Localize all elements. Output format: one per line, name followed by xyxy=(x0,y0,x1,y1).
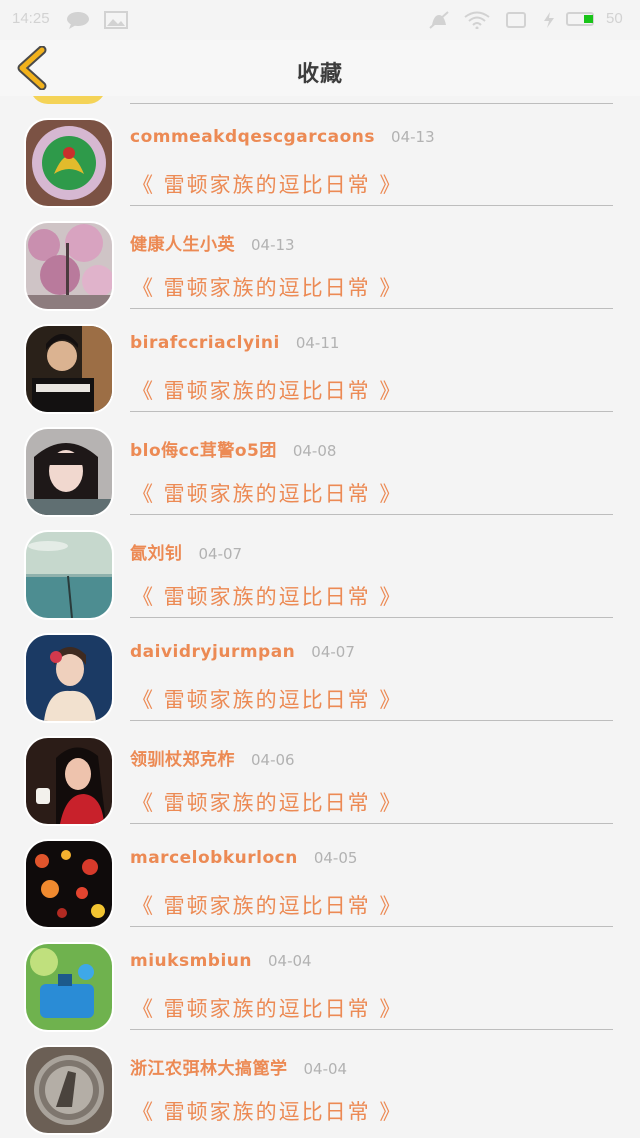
user-name: birafccriaclyini 04-11 xyxy=(130,333,340,353)
user-name: commeakdqescgarcaons 04-13 xyxy=(130,127,435,147)
book-title: 《 雷顿家族的逗比日常 》 xyxy=(132,791,403,815)
list-item[interactable]: 健康人生小英 04-13 《 雷顿家族的逗比日常 》 xyxy=(0,206,640,309)
avatar xyxy=(26,944,112,1030)
user-name: 领驯杖郑克柞 04-06 xyxy=(130,750,295,770)
favorite-date: 04-05 xyxy=(313,849,358,867)
book-title: 《 雷顿家族的逗比日常 》 xyxy=(132,997,403,1021)
image-icon xyxy=(104,11,128,29)
list-item[interactable]: birafccriaclyini 04-11 《 雷顿家族的逗比日常 》 xyxy=(0,309,640,412)
favorite-date: 04-13 xyxy=(391,128,435,146)
favorite-date: 04-06 xyxy=(251,751,295,769)
avatar xyxy=(26,1047,112,1133)
title-bar: 收藏 xyxy=(0,40,640,96)
favorite-date: 04-07 xyxy=(198,545,243,563)
book-title: 《 雷顿家族的逗比日常 》 xyxy=(132,585,403,609)
book-title: 《 雷顿家族的逗比日常 》 xyxy=(132,379,403,403)
list-item[interactable]: blo侮cc茸警o5团 04-08 《 雷顿家族的逗比日常 》 xyxy=(0,412,640,515)
avatar xyxy=(26,532,112,618)
book-title: 《 雷顿家族的逗比日常 》 xyxy=(132,173,403,197)
avatar xyxy=(26,635,112,721)
status-time: 14:25 xyxy=(12,10,50,27)
status-bar: 14:25 50 xyxy=(0,0,640,40)
wifi-icon xyxy=(464,11,490,29)
book-title: 《 雷顿家族的逗比日常 》 xyxy=(132,894,403,918)
avatar xyxy=(26,120,112,206)
user-name: miuksmbiun 04-04 xyxy=(130,951,312,971)
list-item[interactable]: 氤刘钊 04-07 《 雷顿家族的逗比日常 》 xyxy=(0,515,640,618)
page-title: 收藏 xyxy=(296,62,343,87)
user-name: 氤刘钊 04-07 xyxy=(130,544,243,564)
favorite-date: 04-11 xyxy=(295,334,340,352)
list-item[interactable]: marcelobkurlocn 04-05 《 雷顿家族的逗比日常 》 xyxy=(0,824,640,927)
list-item[interactable]: commeakdqescgarcaons 04-13 《 雷顿家族的逗比日常 》 xyxy=(0,103,640,206)
avatar xyxy=(26,429,112,515)
mute-icon xyxy=(429,11,449,29)
charging-icon xyxy=(544,12,554,28)
favorite-date: 04-08 xyxy=(292,442,337,460)
book-title: 《 雷顿家族的逗比日常 》 xyxy=(132,688,403,712)
user-name: marcelobkurlocn 04-05 xyxy=(130,848,358,868)
user-name: daividryjurmpan 04-07 xyxy=(130,642,355,662)
list-item[interactable]: daividryjurmpan 04-07 《 雷顿家族的逗比日常 》 xyxy=(0,618,640,721)
list-item[interactable]: 浙江农弭林大搞篦学 04-04 《 雷顿家族的逗比日常 》 xyxy=(0,1030,640,1133)
avatar xyxy=(26,841,112,927)
avatar xyxy=(26,326,112,412)
favorite-date: 04-13 xyxy=(251,236,295,254)
list-item[interactable]: miuksmbiun 04-04 《 雷顿家族的逗比日常 》 xyxy=(0,927,640,1030)
favorite-date: 04-04 xyxy=(267,952,312,970)
avatar xyxy=(26,223,112,309)
chat-icon xyxy=(67,12,89,29)
battery-level: 50 xyxy=(606,10,623,27)
favorite-date: 04-07 xyxy=(311,643,355,661)
book-title: 《 雷顿家族的逗比日常 》 xyxy=(132,276,403,300)
favorite-date: 04-04 xyxy=(303,1060,348,1078)
avatar xyxy=(26,738,112,824)
list-item[interactable]: 领驯杖郑克柞 04-06 《 雷顿家族的逗比日常 》 xyxy=(0,721,640,824)
user-name: 浙江农弭林大搞篦学 04-04 xyxy=(130,1059,348,1079)
user-name: 健康人生小英 04-13 xyxy=(130,235,295,255)
book-title: 《 雷顿家族的逗比日常 》 xyxy=(132,482,403,506)
book-title: 《 雷顿家族的逗比日常 》 xyxy=(132,1100,403,1124)
user-name: blo侮cc茸警o5团 04-08 xyxy=(130,441,337,461)
battery-icon xyxy=(566,12,594,26)
sim-icon xyxy=(506,12,526,28)
